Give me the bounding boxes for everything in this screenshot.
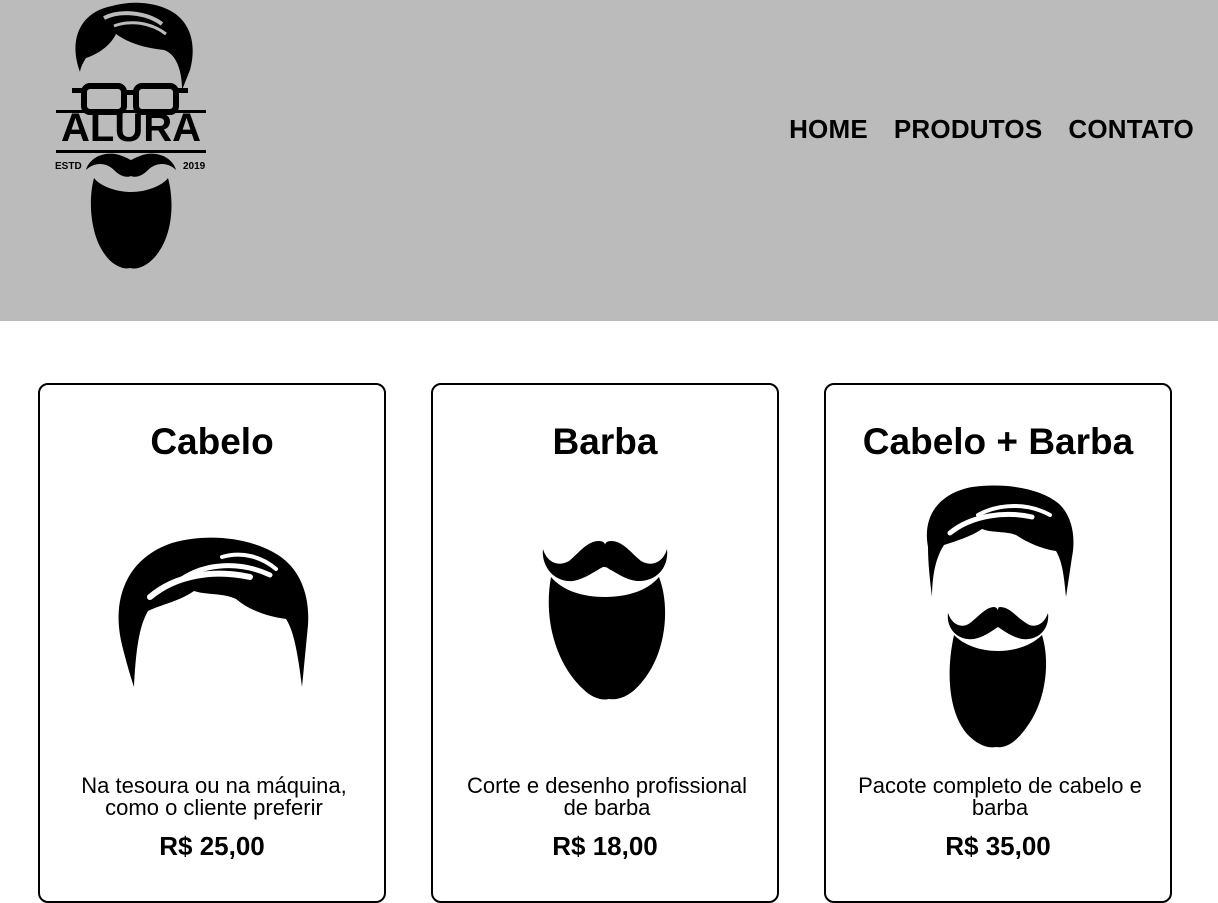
product-card-barba[interactable]: Barba Corte e desenho profissional de ba… bbox=[431, 383, 779, 903]
hair-and-beard-icon bbox=[926, 485, 1074, 748]
product-image bbox=[40, 535, 384, 695]
product-price: R$ 25,00 bbox=[159, 831, 265, 861]
logo-year-label: 2019 bbox=[183, 161, 206, 172]
product-title: Cabelo bbox=[150, 421, 274, 462]
site-header: ALURA ESTD 2019 HOME PRODUTOS CONTATO bbox=[0, 0, 1218, 321]
product-title: Cabelo + Barba bbox=[862, 421, 1134, 462]
nav-link-home[interactable]: HOME bbox=[789, 114, 868, 145]
product-description: Pacote completo de cabelo e barba bbox=[858, 773, 1142, 820]
logo-wordmark: ALURA bbox=[61, 106, 201, 150]
product-price: R$ 18,00 bbox=[552, 831, 658, 861]
product-image bbox=[826, 485, 1170, 751]
main-nav: HOME PRODUTOS CONTATO bbox=[789, 114, 1194, 145]
product-card-cabelo-barba[interactable]: Cabelo + Barba Pacote completo de cabelo… bbox=[824, 383, 1172, 903]
product-price: R$ 35,00 bbox=[945, 831, 1051, 861]
beard-icon bbox=[542, 541, 668, 700]
product-card-cabelo[interactable]: Cabelo Na tesoura ou na máquina, como o … bbox=[38, 383, 386, 903]
product-image bbox=[433, 533, 777, 703]
logo-estd-label: ESTD bbox=[55, 161, 82, 172]
alura-logo[interactable]: ALURA ESTD 2019 bbox=[50, 0, 212, 275]
hair-icon bbox=[118, 537, 309, 687]
nav-link-contato[interactable]: CONTATO bbox=[1068, 114, 1194, 145]
product-description: Na tesoura ou na máquina, como o cliente… bbox=[81, 773, 347, 820]
product-description: Corte e desenho profissional de barba bbox=[466, 773, 748, 820]
product-title: Barba bbox=[552, 421, 658, 462]
nav-link-produtos[interactable]: PRODUTOS bbox=[894, 114, 1042, 145]
